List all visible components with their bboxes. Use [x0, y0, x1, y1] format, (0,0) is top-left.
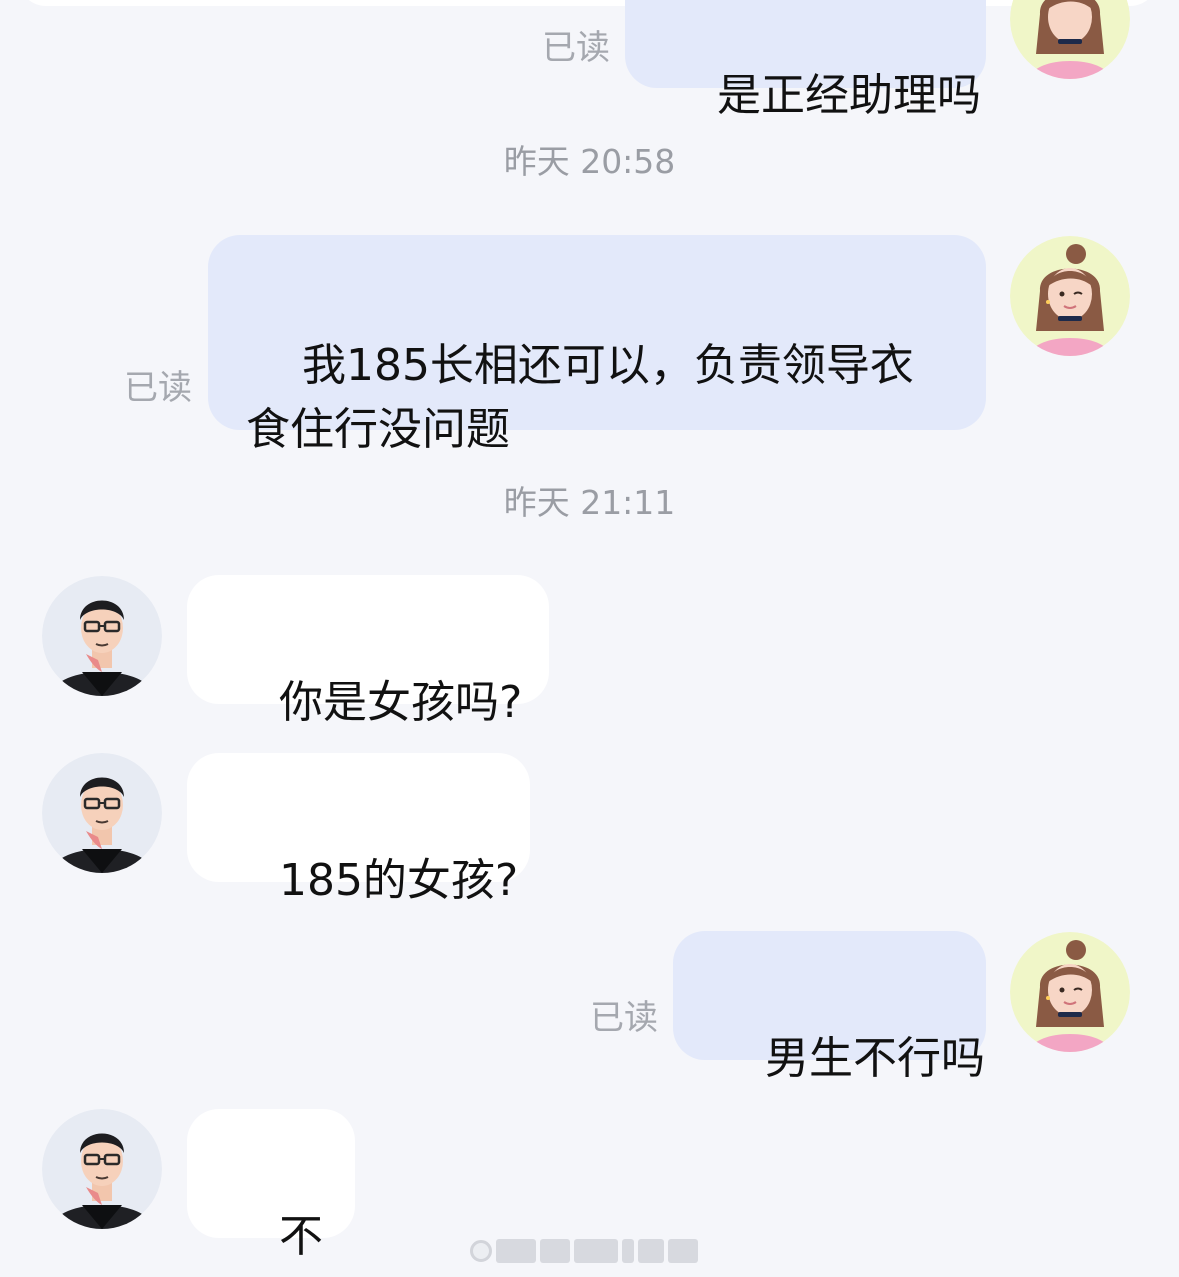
chat-screen: 已读 是正经助理吗 昨天 20:58 已读 我185长相还可以，负责领导衣食住行… — [0, 0, 1179, 1277]
timestamp: 昨天 20:58 — [503, 142, 676, 181]
message-text: 185的女孩? — [278, 855, 519, 906]
man-with-glasses-avatar-icon[interactable] — [42, 576, 162, 696]
girl-avatar-icon[interactable] — [1010, 932, 1130, 1052]
top-card-edge — [18, 0, 1158, 6]
read-receipt: 已读 — [590, 998, 658, 1038]
man-with-glasses-avatar-icon[interactable] — [42, 753, 162, 873]
message-bubble-outgoing[interactable]: 男生不行吗 — [673, 931, 986, 1084]
read-receipt: 已读 — [124, 368, 192, 408]
message-text: 我185长相还可以，负责领导衣食住行没问题 — [246, 340, 914, 455]
girl-avatar-icon[interactable] — [1010, 236, 1130, 356]
message-text: 男生不行吗 — [764, 1033, 985, 1084]
timestamp: 昨天 21:11 — [503, 483, 676, 522]
man-with-glasses-avatar-icon[interactable] — [42, 1109, 162, 1229]
message-bubble-outgoing[interactable]: 是正经助理吗 — [625, 0, 986, 121]
message-bubble-incoming[interactable]: 不行 — [187, 1109, 355, 1277]
message-bubble-incoming[interactable]: 185的女孩? — [187, 753, 530, 906]
message-text: 是正经助理吗 — [716, 70, 981, 121]
message-text: 不行 — [223, 1211, 323, 1277]
message-bubble-incoming[interactable]: 你是女孩吗? — [187, 575, 549, 728]
read-receipt: 已读 — [542, 28, 610, 68]
message-text: 你是女孩吗? — [278, 677, 523, 728]
message-bubble-outgoing[interactable]: 我185长相还可以，负责领导衣食住行没问题 — [208, 235, 986, 455]
watermark — [470, 1236, 710, 1266]
girl-avatar-icon[interactable] — [1010, 0, 1130, 79]
